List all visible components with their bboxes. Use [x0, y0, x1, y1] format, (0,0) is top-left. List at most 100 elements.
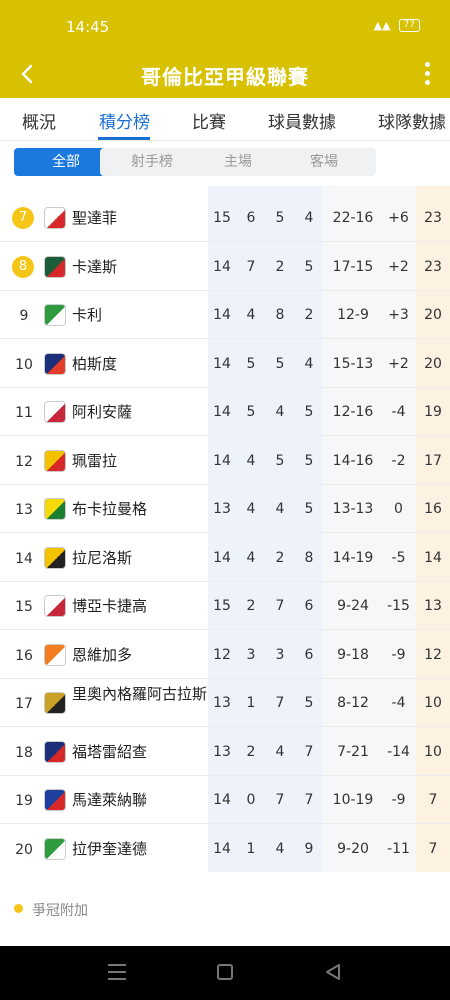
points-cell: 23	[424, 210, 442, 226]
goals-cell: 12-16	[332, 404, 374, 420]
drawn-cell: 4	[275, 404, 285, 420]
points-cell: 23	[424, 258, 442, 275]
played-cell: 14	[213, 840, 231, 857]
table-row[interactable]: 17 里奧內格羅阿古拉斯 13 1 7 5 8-12 -4 10	[0, 679, 450, 727]
filter-bar: 全部 射手榜 主場 客場	[0, 140, 450, 186]
table-row[interactable]: 7 聖達菲 15 6 5 4 22-16 +6 23	[0, 194, 450, 242]
team-name: 馬達萊納聯	[72, 791, 148, 809]
team-crest-icon	[44, 352, 66, 375]
tab-matches[interactable]: 比賽	[192, 108, 226, 133]
points-cell: 12	[424, 646, 442, 663]
table-row[interactable]: 9 卡利 14 4 8 2 12-9 +3 20	[0, 291, 450, 339]
legend-dot	[14, 904, 23, 913]
team-crest-icon	[44, 595, 66, 617]
table-row[interactable]: 19 馬達萊納聯 14 0 7 7 10-19 -9 7	[0, 776, 450, 824]
rank-number: 19	[15, 793, 33, 809]
table-row[interactable]: 8 卡達斯 14 7 2 5 17-15 +2 23	[0, 243, 450, 291]
goal-diff-cell: -15	[387, 598, 410, 614]
tab-overview[interactable]: 概況	[22, 108, 56, 133]
lost-cell: 4	[304, 355, 314, 372]
goal-diff-cell: +2	[388, 355, 409, 372]
page-title: 哥倫比亞甲級聯賽	[141, 65, 309, 89]
played-cell: 13	[213, 501, 231, 517]
team-name: 福塔雷紹查	[72, 742, 148, 761]
team-name: 布卡拉曼格	[72, 500, 148, 518]
goal-diff-cell: -14	[387, 743, 410, 760]
played-cell: 14	[213, 792, 231, 808]
lost-cell: 4	[304, 210, 314, 226]
drawn-cell: 5	[275, 355, 285, 372]
goal-diff-cell: +2	[388, 258, 409, 275]
team-name: 珮雷拉	[72, 451, 118, 470]
played-cell: 15	[213, 598, 231, 614]
won-cell: 3	[246, 646, 256, 663]
table-row[interactable]: 14 拉尼洛斯 14 4 2 8 14-19 -5 14	[0, 534, 450, 582]
rank-number: 10	[15, 356, 33, 373]
drawn-cell: 2	[275, 549, 285, 566]
team-crest-icon	[44, 740, 66, 763]
table-row[interactable]: 10 柏斯度 14 5 5 4 15-13 +2 20	[0, 340, 450, 388]
filter-away[interactable]: 客場	[272, 148, 376, 176]
more-menu-icon[interactable]	[422, 60, 432, 90]
won-cell: 7	[246, 258, 256, 275]
lost-cell: 8	[304, 549, 314, 566]
goals-cell: 15-13	[332, 355, 374, 372]
drawn-cell: 2	[275, 258, 285, 275]
recent-apps-icon[interactable]	[108, 964, 126, 980]
team-crest-icon	[44, 255, 66, 278]
tab-player-stats[interactable]: 球員數據	[268, 108, 336, 133]
drawn-cell: 4	[275, 743, 285, 760]
table-row[interactable]: 15 博亞卡捷高 15 2 7 6 9-24 -15 13	[0, 582, 450, 630]
table-row[interactable]: 16 恩維加多 12 3 3 6 9-18 -9 12	[0, 631, 450, 679]
team-crest-icon	[44, 837, 66, 860]
table-row[interactable]: 13 布卡拉曼格 13 4 4 5 13-13 0 16	[0, 485, 450, 533]
legend-label: 爭冠附加	[32, 903, 88, 919]
lost-cell: 7	[304, 743, 314, 760]
points-cell: 19	[424, 404, 442, 420]
table-row[interactable]: 18 福塔雷紹查 13 2 4 7 7-21 -14 10	[0, 728, 450, 776]
drawn-cell: 4	[275, 501, 285, 517]
lost-cell: 9	[304, 840, 314, 857]
rank-number: 12	[15, 453, 33, 470]
goals-cell: 14-16	[332, 452, 374, 469]
table-row[interactable]: 20 拉伊奎達德 14 1 4 9 9-20 -11 7	[0, 825, 450, 872]
lost-cell: 5	[304, 404, 314, 420]
lost-cell: 5	[304, 501, 314, 517]
table-row[interactable]: 11 阿利安薩 14 5 4 5 12-16 -4 19	[0, 388, 450, 436]
tab-team-stats[interactable]: 球隊數據	[378, 108, 446, 133]
team-name: 柏斯度	[72, 354, 118, 373]
goals-cell: 13-13	[332, 501, 374, 517]
played-cell: 14	[213, 404, 231, 420]
won-cell: 1	[246, 695, 256, 711]
rank-number: 15	[15, 599, 33, 615]
won-cell: 4	[246, 307, 256, 323]
won-cell: 4	[246, 501, 256, 517]
drawn-cell: 7	[275, 598, 285, 614]
table-row[interactable]: 12 珮雷拉 14 4 5 5 14-16 -2 17	[0, 437, 450, 485]
tab-bar: 概況 積分榜 比賽 球員數據 球隊數據	[0, 98, 450, 140]
goals-cell: 17-15	[332, 258, 374, 275]
rank-number: 13	[15, 502, 33, 518]
goal-diff-cell: +3	[388, 307, 409, 323]
rank-number: 18	[15, 744, 33, 761]
goal-diff-cell: -9	[391, 792, 406, 808]
goals-cell: 9-18	[337, 646, 369, 663]
battery-icon: 77	[398, 19, 420, 32]
lost-cell: 6	[304, 598, 314, 614]
lost-cell: 6	[304, 646, 314, 663]
home-icon[interactable]	[217, 964, 233, 980]
status-bar: 14:45 ▲▲ 77	[0, 0, 450, 52]
goals-cell: 7-21	[337, 743, 369, 760]
lost-cell: 5	[304, 258, 314, 275]
goals-cell: 22-16	[332, 210, 374, 226]
drawn-cell: 5	[275, 452, 285, 469]
won-cell: 4	[246, 452, 256, 469]
points-cell: 14	[424, 549, 442, 566]
drawn-cell: 3	[275, 646, 285, 663]
team-crest-icon	[44, 207, 66, 229]
rank-badge: 8	[12, 255, 34, 278]
lost-cell: 5	[304, 695, 314, 711]
tab-standings[interactable]: 積分榜	[99, 108, 150, 133]
nav-back-icon[interactable]	[324, 963, 342, 981]
rank-number: 17	[15, 696, 33, 712]
